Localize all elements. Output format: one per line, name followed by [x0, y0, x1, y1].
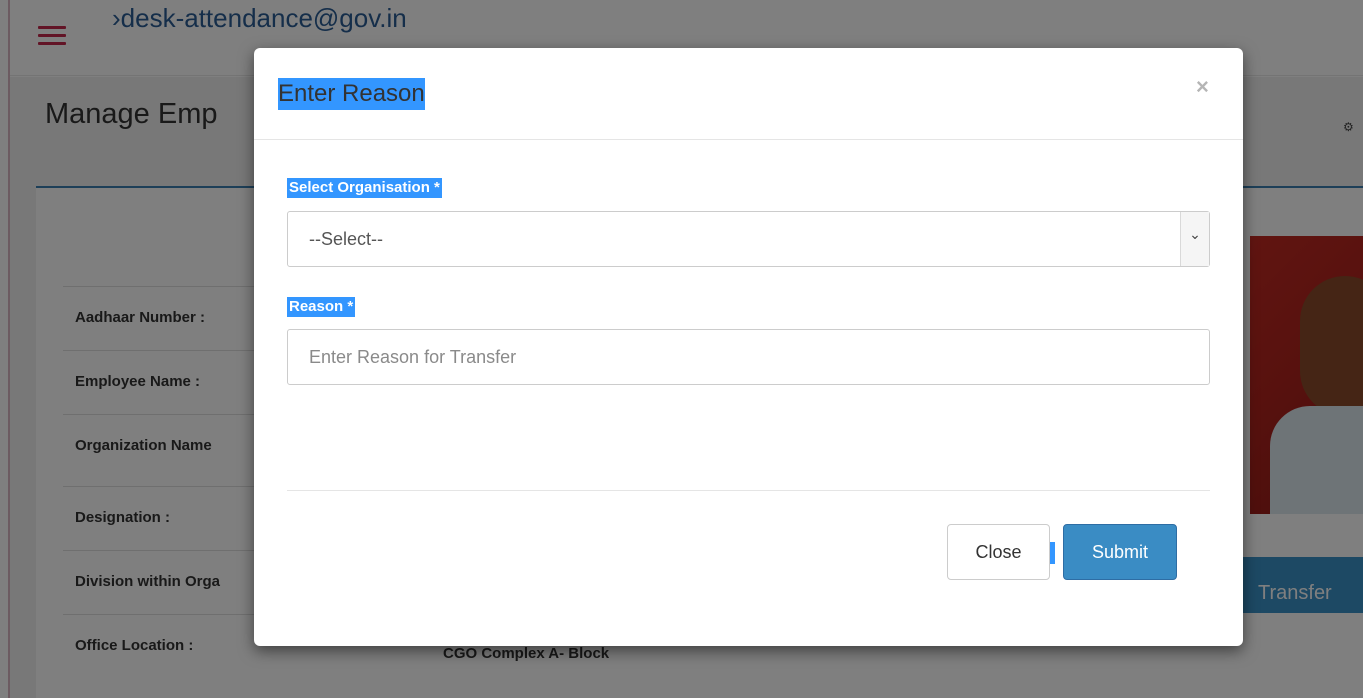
enter-reason-modal: Enter Reason × Select Organisation * --S… — [254, 48, 1243, 646]
modal-footer-divider — [287, 490, 1210, 491]
close-button[interactable]: Close — [947, 524, 1050, 580]
organisation-selected-value: --Select-- — [309, 229, 384, 249]
reason-input[interactable] — [287, 329, 1210, 385]
organisation-select[interactable]: --Select-- ⌄ — [287, 211, 1210, 267]
chevron-down-icon: ⌄ — [1180, 212, 1209, 266]
selection-marker — [1050, 542, 1055, 564]
organisation-label: Select Organisation * — [287, 178, 442, 198]
modal-title: Enter Reason — [278, 78, 425, 110]
submit-button[interactable]: Submit — [1063, 524, 1177, 580]
reason-label: Reason * — [287, 297, 356, 317]
close-icon[interactable]: × — [1196, 74, 1209, 100]
modal-header: Enter Reason × — [254, 48, 1243, 140]
